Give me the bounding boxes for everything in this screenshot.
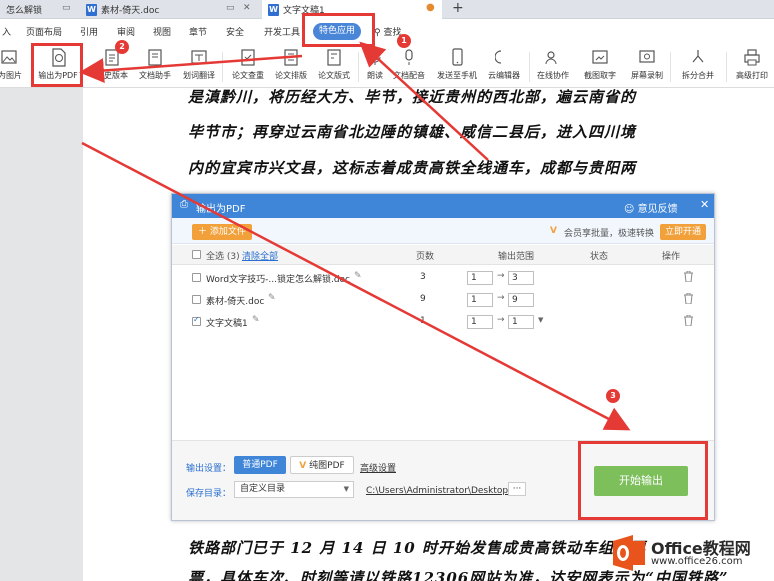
step-badge: 1	[397, 34, 411, 48]
highlight-box-start-export	[578, 441, 708, 520]
step-badge: 2	[115, 40, 129, 54]
annotation-arrow	[359, 41, 489, 161]
annotation-arrow	[81, 141, 631, 431]
highlight-box-export-pdf	[31, 43, 83, 87]
office26-watermark: Office教程网 www.office26.com	[607, 525, 774, 581]
annotation-arrow	[79, 54, 303, 84]
office-logo-icon	[613, 535, 645, 571]
watermark-url: www.office26.com	[651, 556, 743, 567]
highlight-box-special-apps	[302, 13, 375, 47]
step-badge: 3	[606, 389, 620, 403]
